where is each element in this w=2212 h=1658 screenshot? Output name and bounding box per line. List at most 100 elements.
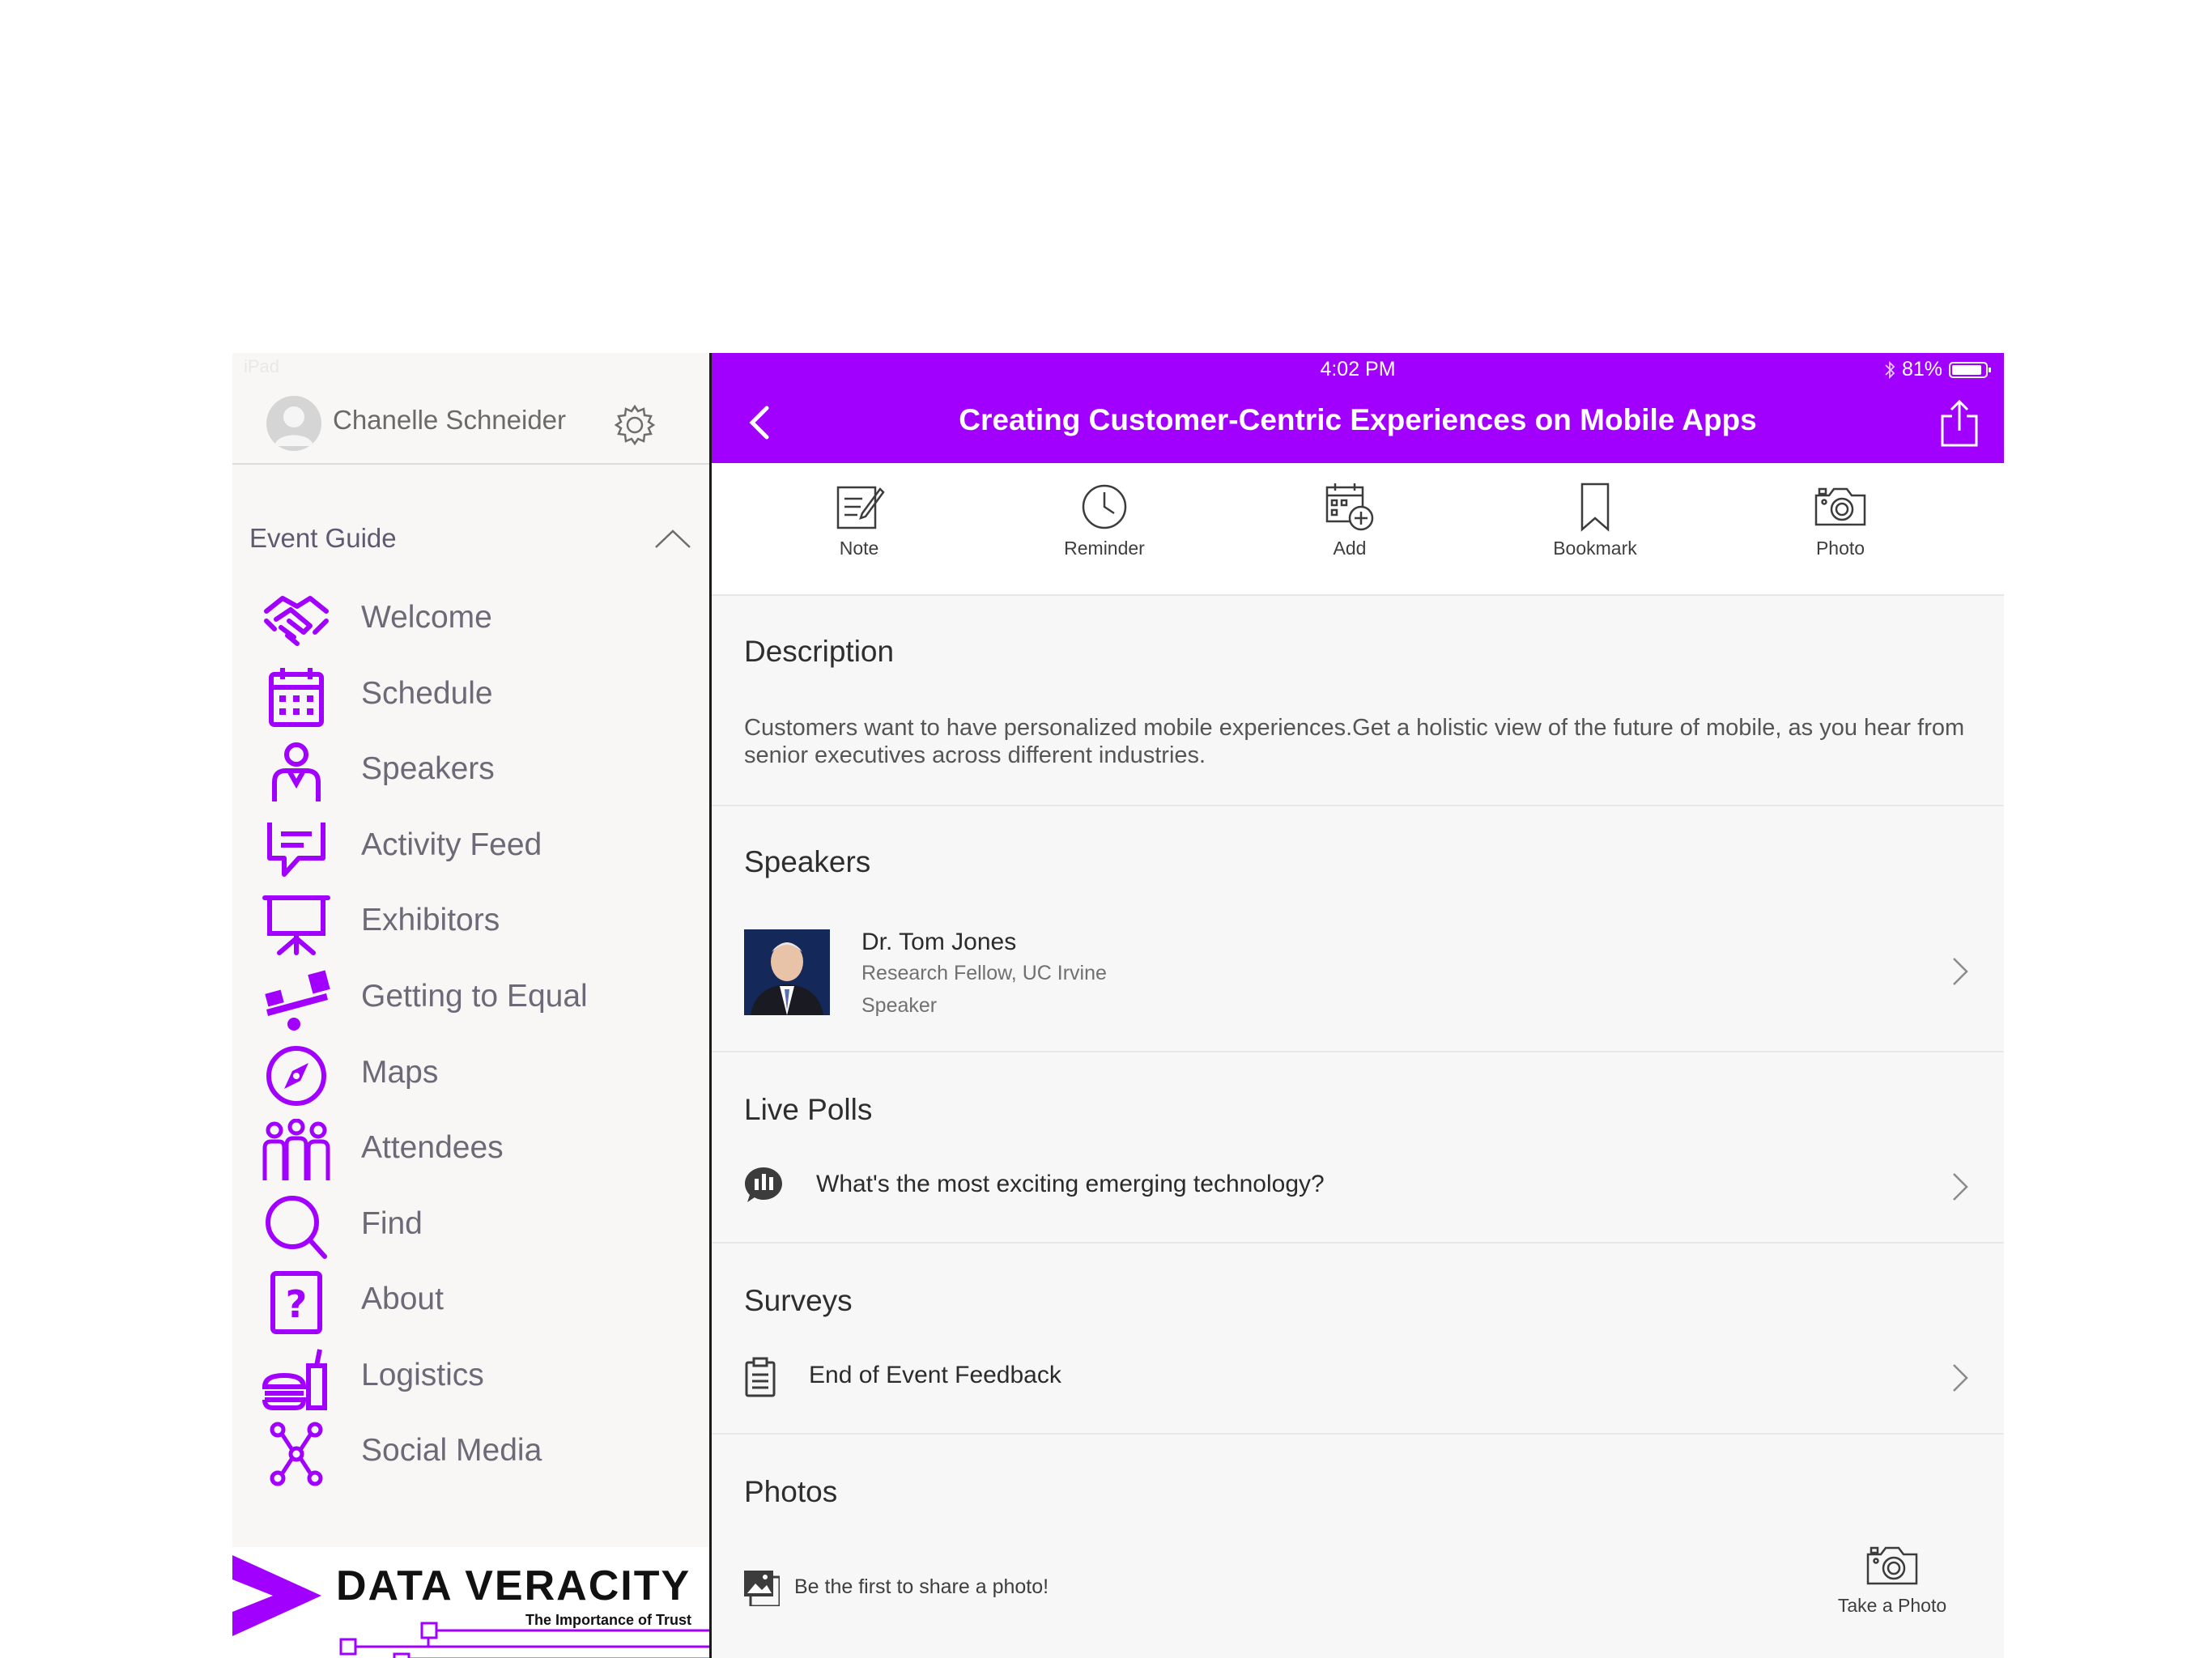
photos-empty-text: Be the first to share a photo! [794,1575,1049,1598]
sidebar-item-welcome[interactable]: Welcome [232,582,709,658]
sidebar-item-exhibitors[interactable]: Exhibitors [232,885,709,961]
sidebar-item-label: Welcome [361,600,492,635]
action-bar: Note Reminder Add Bookmark Photo [712,463,2004,596]
status-indicators: 81% [1884,358,1993,381]
battery-icon [1949,361,1991,378]
note-icon [836,486,885,529]
sidebar-item-find[interactable]: Find [232,1188,709,1265]
calendar-icon [269,668,324,727]
action-label: Photo [1815,538,1865,559]
page-title: Creating Customer-Centric Experiences on… [959,403,1757,436]
nav-bar: 4:02 PM 81% Creating Customer-Centric Ex… [712,353,2004,463]
camera-icon [1866,1546,1918,1585]
person-icon [272,742,321,801]
brand-chevron-icon [232,1555,321,1636]
poll-row[interactable]: What's the most exciting emerging techno… [712,1150,2004,1231]
poll-question: What's the most exciting emerging techno… [816,1171,1325,1197]
speaker-photo [744,929,830,1015]
gear-icon [614,404,656,446]
action-label: Reminder [1064,538,1145,559]
compass-icon [266,1046,326,1106]
sidebar-item-about[interactable]: ? About [232,1264,709,1340]
sidebar-item-getting-to-equal[interactable]: Getting to Equal [232,961,709,1037]
sidebar-item-social-media[interactable]: Social Media [232,1415,709,1491]
action-label: Add [1333,538,1367,559]
section-title: Description [744,635,895,668]
chevron-up-icon [655,529,691,548]
section-title: Live Polls [744,1093,873,1126]
photos-section: Photos Be the first to share a photo! Ta… [712,1435,2004,1658]
sidebar-item-maps[interactable]: Maps [232,1037,709,1113]
collapse-button[interactable] [653,526,693,551]
sidebar: iPad Chanelle Schneider Event Guide Welc… [232,353,712,1658]
circuit-decoration [339,1622,709,1658]
sidebar-item-speakers[interactable]: Speakers [232,733,709,810]
section-title: Event Guide [249,523,397,553]
event-guide-header[interactable]: Event Guide [232,512,709,568]
banner-title: DATA VERACITY [336,1562,691,1609]
user-header: Chanelle Schneider [232,389,709,465]
photo-button[interactable]: Photo [1767,481,1913,570]
chevron-right-icon [1953,1364,1968,1392]
sidebar-status-text: iPad [244,356,280,376]
share-button[interactable] [1939,398,1980,449]
bluetooth-icon [1885,360,1895,379]
survey-label: End of Event Feedback [809,1362,1061,1388]
chevron-right-icon [1953,1173,1968,1201]
live-polls-section: Live Polls What's the most exciting emer… [712,1052,2004,1244]
sidebar-item-attendees[interactable]: Attendees [232,1112,709,1188]
reminder-button[interactable]: Reminder [1032,481,1177,570]
handshake-icon [264,596,329,646]
scrolled-item-remnant [278,466,521,481]
clock-icon [1082,484,1127,529]
sidebar-item-label: Social Media [361,1433,542,1468]
bookmark-icon [1580,483,1610,532]
food-icon [262,1349,327,1410]
group-icon [262,1119,330,1180]
sidebar-item-label: Logistics [361,1358,484,1392]
status-time: 4:02 PM [1320,358,1396,380]
promo-banner[interactable]: DATA VERACITY The Importance of Trust [232,1547,709,1658]
add-to-schedule-button[interactable]: Add [1277,481,1423,570]
note-button[interactable]: Note [786,481,932,570]
back-button[interactable] [744,403,776,442]
chevron-right-icon [1953,958,1968,985]
sidebar-item-activity-feed[interactable]: Activity Feed [232,810,709,886]
action-label: Note [839,538,879,559]
settings-button[interactable] [611,402,658,449]
take-photo-button[interactable]: Take a Photo [1819,1543,1965,1632]
section-title: Surveys [744,1284,853,1317]
clipboard-icon [745,1357,776,1397]
sidebar-item-label: Schedule [361,676,493,711]
speaker-row[interactable]: Dr. Tom Jones Research Fellow, UC Irvine… [712,912,2004,1049]
sidebar-item-label: Activity Feed [361,827,542,862]
user-name[interactable]: Chanelle Schneider [333,405,566,436]
svg-text:?: ? [286,1282,308,1326]
speaker-role: Speaker [861,994,938,1017]
sidebar-item-logistics[interactable]: Logistics [232,1340,709,1416]
sidebar-item-label: About [361,1282,444,1316]
sidebar-item-label: Getting to Equal [361,979,588,1014]
chat-icon [267,823,325,877]
avatar[interactable] [266,396,321,451]
app-window: iPad Chanelle Schneider Event Guide Welc… [232,353,2004,1658]
network-icon [270,1422,323,1486]
battery-percent: 81% [1901,358,1942,380]
seesaw-icon [265,970,330,1031]
description-text: Customers want to have personalized mobi… [744,715,1965,768]
survey-row[interactable]: End of Event Feedback [712,1341,2004,1422]
share-icon [1941,399,1978,447]
sidebar-item-label: Speakers [361,751,495,786]
sidebar-item-schedule[interactable]: Schedule [232,658,709,734]
bookmark-button[interactable]: Bookmark [1522,481,1668,570]
section-title: Photos [744,1475,838,1508]
presentation-icon [262,895,330,955]
action-label: Bookmark [1553,538,1637,559]
sidebar-item-label: Exhibitors [361,903,500,937]
description-section: Description Customers want to have perso… [712,596,2004,806]
sidebar-item-label: Maps [361,1055,439,1090]
sidebar-item-label: Find [361,1206,423,1241]
speaker-affiliation: Research Fellow, UC Irvine [861,962,1107,984]
question-icon: ? [270,1271,322,1334]
sidebar-item-label: Attendees [361,1130,504,1165]
